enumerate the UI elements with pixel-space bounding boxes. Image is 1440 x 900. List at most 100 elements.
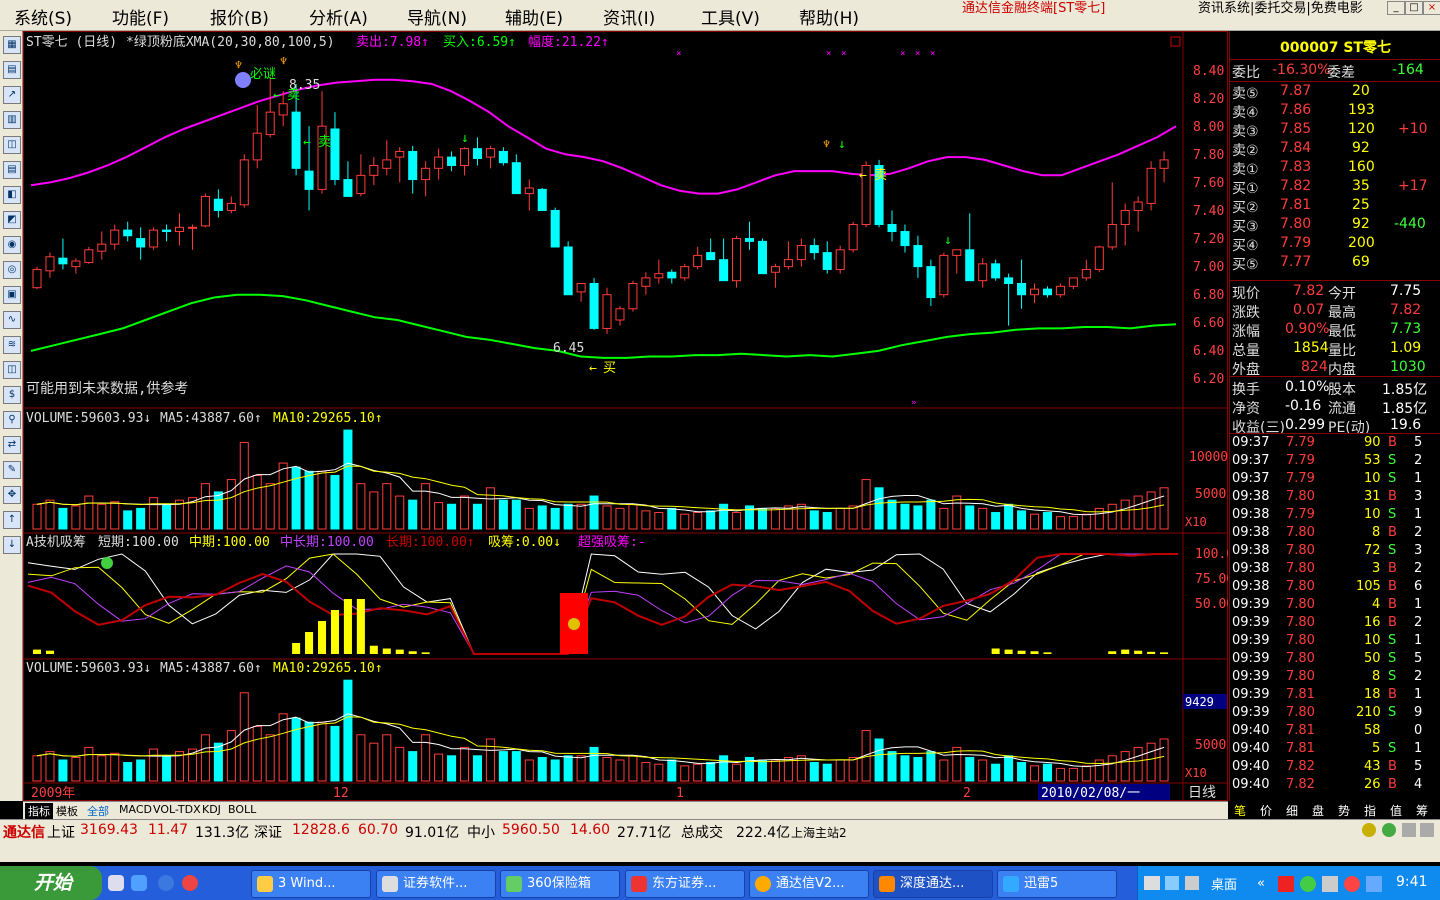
network-icon[interactable] [1300,876,1316,892]
sell-level[interactable]: 卖① 7.83 160 [1230,159,1440,178]
tab-chou[interactable]: 筹 [1416,802,1428,819]
status-settings-icon[interactable] [1402,823,1416,837]
server-station[interactable]: 上海主站2 [791,824,847,841]
antivirus-icon[interactable] [1278,876,1294,892]
rsi-icon[interactable]: ≋ [3,336,21,354]
keyboard-icon[interactable] [1144,876,1160,890]
ime-icon[interactable] [1366,876,1382,892]
chart-area[interactable]: ST零七 (日线) *绿顶粉底XMA(20,30,80,100,5) 卖出:7.… [23,31,1228,801]
sz-label[interactable]: 深证 [254,822,282,842]
layout-icon[interactable]: ◫ [3,361,21,379]
desktop-label[interactable]: 桌面 [1211,874,1237,893]
kline-icon[interactable]: ▥ [3,111,21,129]
tab-shi[interactable]: 势 [1338,802,1350,819]
trade-icon[interactable]: $ [3,386,21,404]
tab-kdj[interactable]: KDJ [202,803,221,816]
status-info-icon[interactable] [1362,823,1376,837]
tab-all[interactable]: 全部 [87,803,109,819]
buy-level[interactable]: 买① 7.82 35 +17 [1230,178,1440,197]
desktop-icon[interactable] [108,875,124,891]
task-securities-software[interactable]: 证券软件... [376,870,496,898]
help-tray-icon[interactable] [1185,876,1199,890]
pen-tray-icon[interactable] [1165,876,1179,890]
buy-level[interactable]: 买② 7.81 25 [1230,197,1440,216]
task-shendu-tdx[interactable]: 深度通达... [873,870,993,898]
menu-analysis[interactable]: 分析(A) [309,4,368,29]
minimize-button[interactable]: _ [1387,1,1405,15]
news-icon[interactable]: ◩ [3,211,21,229]
tab-zhi2[interactable]: 值 [1390,802,1402,819]
start-button[interactable]: 开始 [0,866,102,900]
tray-expand-icon[interactable]: « [1257,876,1265,891]
task-dongfang[interactable]: 东方证券... [625,870,745,898]
buy-level[interactable]: 买④ 7.79 200 [1230,235,1440,254]
task-tdx-v2[interactable]: 通达信V2... [749,870,869,898]
task-wind[interactable]: 3 Wind... [251,870,371,898]
menu-info[interactable]: 资讯(I) [603,4,655,29]
tab-zhi[interactable]: 指 [1364,802,1376,819]
menu-navigate[interactable]: 导航(N) [407,4,467,29]
task-xunlei[interactable]: 迅雷5 [997,870,1117,898]
close-button[interactable]: × [1423,1,1440,15]
arrow-down-icon[interactable]: ↓ [3,536,21,554]
chrome-icon[interactable] [182,875,198,891]
zx-label[interactable]: 中小 [467,822,495,842]
tab-boll[interactable]: BOLL [228,803,256,816]
quote-stat[interactable]: 涨幅 0.90% 最低 7.73 [1230,321,1440,340]
status-signal-icon[interactable] [1382,823,1396,837]
quote-stat2[interactable]: 净资 -0.16 流通 1.85亿 [1230,398,1440,417]
tab-vol-tdx[interactable]: VOL-TDX [153,803,201,816]
tab-indicator[interactable]: 指标 [25,803,53,819]
menu-links[interactable]: 资讯系统|委托交易|免费电影 [1198,0,1363,16]
move-icon[interactable]: ✥ [3,486,21,504]
tab-macd[interactable]: MACD [119,803,152,816]
menu-system[interactable]: 系统(S) [14,4,72,29]
wave-icon[interactable]: ∿ [3,311,21,329]
period-label[interactable]: 日线 [1188,785,1216,801]
users-icon[interactable]: ◉ [3,236,21,254]
f10-icon[interactable]: ◧ [3,186,21,204]
sell-level[interactable]: 卖④ 7.86 193 [1230,102,1440,121]
ie-icon[interactable] [158,875,174,891]
board-icon[interactable]: ▤ [3,61,21,79]
tab-template[interactable]: 模板 [56,803,78,819]
status-window-icon[interactable] [1420,823,1434,837]
tab-xi[interactable]: 细 [1286,802,1298,819]
sh-label[interactable]: 上证 [47,822,75,842]
switch-icon[interactable]: ⇄ [3,436,21,454]
tab-jia[interactable]: 价 [1260,802,1272,819]
quote-stat[interactable]: 涨跌 0.07 最高 7.82 [1230,302,1440,321]
buy-level[interactable]: 买⑤ 7.77 69 [1230,254,1440,273]
quote-list-icon[interactable]: ▦ [3,36,21,54]
buy-level[interactable]: 买③ 7.80 92 -440 [1230,216,1440,235]
sell-level[interactable]: 卖② 7.84 92 [1230,140,1440,159]
quote-stat[interactable]: 总量 1854 量比 1.09 [1230,340,1440,359]
pen-icon[interactable]: ✎ [3,461,21,479]
menu-help[interactable]: 帮助(H) [799,4,859,29]
menu-quote[interactable]: 报价(B) [210,4,269,29]
sell-level[interactable]: 卖⑤ 7.87 20 [1230,83,1440,102]
menu-assist[interactable]: 辅助(E) [505,4,563,29]
volume-icon[interactable] [1322,876,1338,892]
tab-bi[interactable]: 笔 [1234,802,1246,819]
sell-level[interactable]: 卖③ 7.85 120 +10 [1230,121,1440,140]
task-360-safe[interactable]: 360保险箱 [500,870,620,898]
tab-pan[interactable]: 盘 [1312,802,1324,819]
quote-stat[interactable]: 现价 7.82 今开 7.75 [1230,283,1440,302]
maximize-button[interactable]: □ [1405,1,1423,15]
menu-function[interactable]: 功能(F) [112,4,169,29]
quote-stat2[interactable]: 换手 0.10% 股本 1.85亿 [1230,379,1440,398]
etf-icon[interactable]: ▣ [3,286,21,304]
report-icon[interactable]: ▤ [3,161,21,179]
trend-icon[interactable]: ↗ [3,86,21,104]
find-icon[interactable]: ⚲ [3,411,21,429]
tray-app-icon[interactable] [1344,876,1360,892]
menu-tools[interactable]: 工具(V) [701,4,760,29]
volume-bar [369,491,379,530]
ind-tick: 50.00 [1195,597,1228,612]
browser-icon[interactable] [131,875,147,891]
arrow-up-icon[interactable]: ↑ [3,511,21,529]
absorb-bar [1134,650,1143,654]
window-icon[interactable]: ◫ [3,136,21,154]
search-icon[interactable]: ◎ [3,261,21,279]
